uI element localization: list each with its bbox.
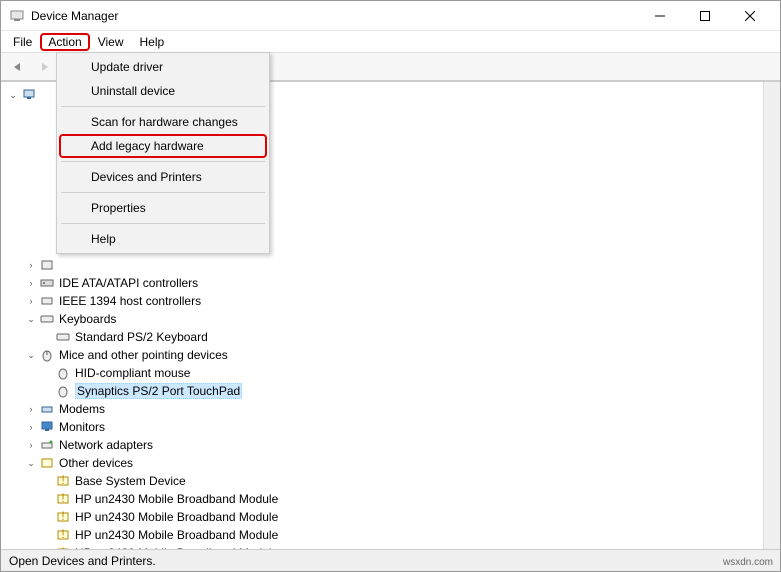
tree-item-synaptics-touchpad[interactable]: Synaptics PS/2 Port TouchPad	[1, 382, 780, 400]
svg-text:!: !	[61, 492, 64, 505]
menu-separator	[61, 106, 265, 107]
action-dropdown-menu: Update driver Uninstall device Scan for …	[56, 52, 270, 254]
tree-item-ide[interactable]: › IDE ATA/ATAPI controllers	[1, 274, 780, 292]
tree-item-label: IEEE 1394 host controllers	[59, 294, 201, 308]
chevron-down-icon[interactable]: ⌄	[25, 349, 37, 361]
back-button[interactable]	[5, 56, 29, 78]
menu-view[interactable]: View	[90, 33, 132, 51]
computer-icon	[21, 87, 37, 103]
warning-device-icon: !	[55, 509, 71, 525]
chevron-down-icon[interactable]: ⌄	[7, 89, 19, 101]
tree-item-other-devices[interactable]: ⌄ Other devices	[1, 454, 780, 472]
menu-help[interactable]: Help	[59, 227, 267, 251]
tree-item-hid-mouse[interactable]: HID-compliant mouse	[1, 364, 780, 382]
tree-item-hp-broadband[interactable]: ! HP un2430 Mobile Broadband Module	[1, 526, 780, 544]
menu-action[interactable]: Action	[40, 33, 89, 51]
tree-item-label: HP un2430 Mobile Broadband Module	[75, 528, 278, 542]
window-controls	[637, 2, 772, 30]
warning-device-icon: !	[55, 527, 71, 543]
statusbar-text: Open Devices and Printers.	[9, 554, 156, 568]
tree-item-label: Synaptics PS/2 Port TouchPad	[75, 383, 242, 399]
mouse-icon	[55, 383, 71, 399]
network-icon	[39, 437, 55, 453]
tree-item-label: Keyboards	[59, 312, 116, 326]
window-title: Device Manager	[31, 9, 637, 23]
mouse-icon	[55, 365, 71, 381]
tree-item-label: HP un2430 Mobile Broadband Module	[75, 510, 278, 524]
tree-item-hp-broadband[interactable]: ! HP un2430 Mobile Broadband Module	[1, 490, 780, 508]
tree-item-label: Monitors	[59, 420, 105, 434]
chevron-right-icon[interactable]: ›	[25, 259, 37, 271]
tree-item-ps2-keyboard[interactable]: Standard PS/2 Keyboard	[1, 328, 780, 346]
forward-button[interactable]	[33, 56, 57, 78]
svg-text:!: !	[61, 528, 64, 541]
tree-item-network[interactable]: › Network adapters	[1, 436, 780, 454]
tree-item-hp-broadband[interactable]: ! HP un2430 Mobile Broadband Module	[1, 508, 780, 526]
menu-help[interactable]: Help	[132, 33, 173, 51]
menu-uninstall-device[interactable]: Uninstall device	[59, 79, 267, 103]
device-icon	[39, 257, 55, 273]
tree-item-mice[interactable]: ⌄ Mice and other pointing devices	[1, 346, 780, 364]
modem-icon	[39, 401, 55, 417]
chevron-down-icon[interactable]: ⌄	[25, 313, 37, 325]
tree-item-label: Mice and other pointing devices	[59, 348, 228, 362]
tree-item-label: Modems	[59, 402, 105, 416]
titlebar: Device Manager	[1, 1, 780, 31]
tree-item-label: HP un2430 Mobile Broadband Module	[75, 492, 278, 506]
tree-item-hp-broadband[interactable]: ! HP un2430 Mobile Broadband Module	[1, 544, 780, 549]
menu-separator	[61, 192, 265, 193]
svg-text:!: !	[61, 474, 64, 487]
menu-add-legacy-hardware[interactable]: Add legacy hardware	[59, 134, 267, 158]
svg-text:!: !	[61, 510, 64, 523]
menu-separator	[61, 161, 265, 162]
monitor-icon	[39, 419, 55, 435]
tree-item-label: Other devices	[59, 456, 133, 470]
tree-item-modems[interactable]: › Modems	[1, 400, 780, 418]
keyboard-icon	[55, 329, 71, 345]
maximize-button[interactable]	[682, 2, 727, 30]
menu-separator	[61, 223, 265, 224]
tree-item-label: Standard PS/2 Keyboard	[75, 330, 208, 344]
warning-device-icon: !	[55, 491, 71, 507]
unknown-device-icon	[39, 455, 55, 471]
chevron-right-icon[interactable]: ›	[25, 403, 37, 415]
tree-item-ieee1394[interactable]: › IEEE 1394 host controllers	[1, 292, 780, 310]
statusbar: Open Devices and Printers.	[1, 549, 780, 571]
warning-device-icon: !	[55, 473, 71, 489]
app-icon	[9, 8, 25, 24]
tree-item-base-system[interactable]: ! Base System Device	[1, 472, 780, 490]
tree-item-label: HID-compliant mouse	[75, 366, 190, 380]
menu-file[interactable]: File	[5, 33, 40, 51]
tree-item-label: IDE ATA/ATAPI controllers	[59, 276, 198, 290]
menubar: File Action View Help	[1, 31, 780, 53]
chevron-right-icon[interactable]: ›	[25, 295, 37, 307]
firewire-icon	[39, 293, 55, 309]
menu-update-driver[interactable]: Update driver	[59, 55, 267, 79]
close-button[interactable]	[727, 2, 772, 30]
chevron-right-icon[interactable]: ›	[25, 277, 37, 289]
menu-properties[interactable]: Properties	[59, 196, 267, 220]
storage-controller-icon	[39, 275, 55, 291]
tree-item-label: Network adapters	[59, 438, 153, 452]
menu-devices-printers[interactable]: Devices and Printers	[59, 165, 267, 189]
tree-item-keyboards[interactable]: ⌄ Keyboards	[1, 310, 780, 328]
tree-item-label: Base System Device	[75, 474, 186, 488]
tree-item-monitors[interactable]: › Monitors	[1, 418, 780, 436]
watermark: wsxdn.com	[723, 557, 773, 568]
tree-item-hid-last[interactable]: › hidden	[1, 256, 780, 274]
mouse-icon	[39, 347, 55, 363]
warning-device-icon: !	[55, 545, 71, 549]
chevron-right-icon[interactable]: ›	[25, 439, 37, 451]
svg-text:!: !	[61, 546, 64, 549]
chevron-right-icon[interactable]: ›	[25, 421, 37, 433]
vertical-scrollbar[interactable]	[763, 82, 780, 549]
menu-scan-hardware[interactable]: Scan for hardware changes	[59, 110, 267, 134]
chevron-down-icon[interactable]: ⌄	[25, 457, 37, 469]
tree-item-label: HP un2430 Mobile Broadband Module	[75, 546, 278, 549]
minimize-button[interactable]	[637, 2, 682, 30]
keyboard-icon	[39, 311, 55, 327]
